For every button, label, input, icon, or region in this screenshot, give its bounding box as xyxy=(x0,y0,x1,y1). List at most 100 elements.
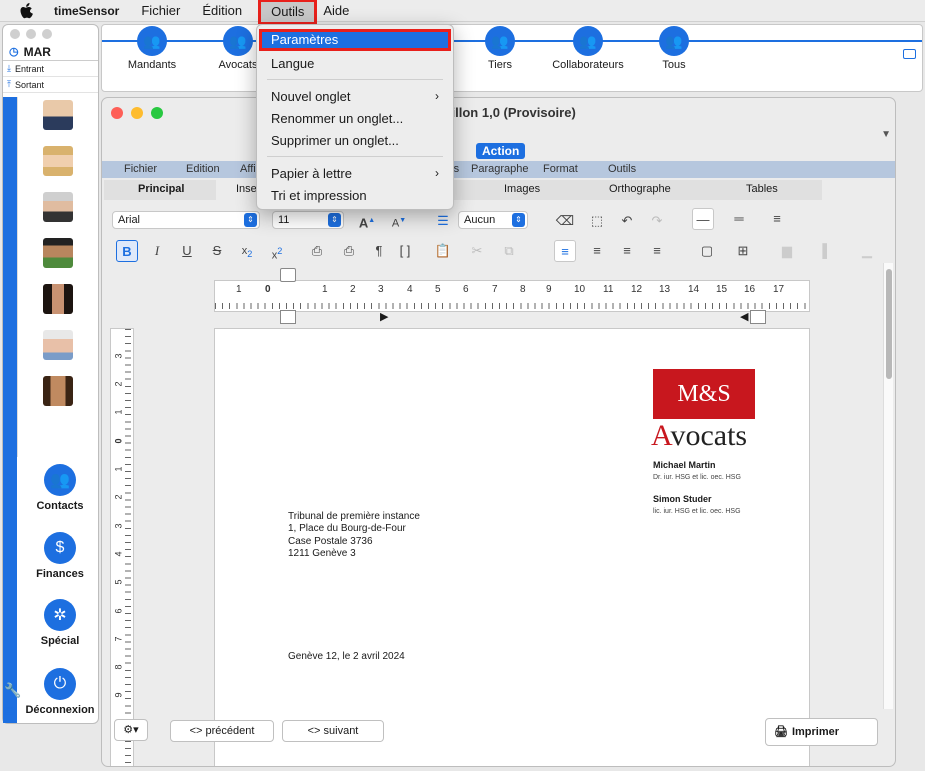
eraser-icon[interactable]: ⌫ xyxy=(554,210,576,232)
nav-special[interactable]: ✲ Spécial xyxy=(20,599,100,647)
printer-icon[interactable]: ⎙ xyxy=(338,240,360,262)
avatar[interactable] xyxy=(43,100,73,130)
avatar[interactable] xyxy=(43,192,73,222)
previous-button[interactable]: <> précédent xyxy=(170,720,274,742)
pilcrow-icon[interactable]: ¶ xyxy=(368,240,390,262)
avatar[interactable] xyxy=(43,284,73,314)
apple-icon[interactable] xyxy=(20,2,34,19)
list-icon[interactable]: ☰ xyxy=(432,210,454,232)
tab-tables[interactable]: Tables xyxy=(746,183,778,195)
action-button[interactable]: Action xyxy=(476,143,526,159)
strikethrough-icon[interactable]: S xyxy=(206,240,228,262)
entrant-row[interactable]: ⤓ Entrant xyxy=(3,61,98,77)
sortant-row[interactable]: ⤒ Sortant xyxy=(3,77,98,93)
tab-orthographe[interactable]: Orthographe xyxy=(609,183,671,195)
toolbar-mandants[interactable]: 👥 Mandants xyxy=(112,26,192,71)
shading-icon[interactable]: ▆ xyxy=(776,240,798,262)
tab-principal[interactable]: Principal xyxy=(138,183,184,195)
brackets-icon[interactable]: [ ] xyxy=(394,240,416,262)
menu-item-renommer-onglet[interactable]: Renommer un onglet... xyxy=(271,111,403,126)
menu-item-nouvel-onglet[interactable]: Nouvel onglet xyxy=(271,89,351,104)
window-icon[interactable] xyxy=(903,49,916,59)
user-row[interactable]: ◷ MAR xyxy=(3,43,98,61)
redo-icon[interactable]: ↷ xyxy=(646,210,668,232)
close-button[interactable] xyxy=(10,29,20,39)
wrench-icon[interactable]: 🔧 xyxy=(4,682,21,699)
avatar[interactable] xyxy=(43,238,73,268)
menu-item-parametres[interactable]: Paramètres xyxy=(259,29,451,51)
border-icon[interactable]: ▢ xyxy=(696,240,718,262)
tab-insertion[interactable]: Inse xyxy=(236,183,257,195)
tab-stop-icon[interactable]: ▶ xyxy=(380,310,388,323)
editor-menu-format[interactable]: Format xyxy=(543,163,578,175)
next-button[interactable]: <> suivant xyxy=(282,720,384,742)
menu-item-papier-lettre[interactable]: Papier à lettre xyxy=(271,166,352,181)
settings-gear-icon[interactable]: ⚙▾ xyxy=(114,719,148,741)
nav-deconnexion[interactable]: ⏻ Déconnexion xyxy=(20,668,100,716)
table-grid-icon[interactable]: ⊞ xyxy=(732,240,754,262)
document-page[interactable]: M&S Avocats Michael Martin Dr. iur. HSG … xyxy=(214,328,810,766)
vertical-ruler[interactable]: 3 2 1 0 1 2 3 4 5 6 7 8 9 xyxy=(110,328,134,766)
mail-icon[interactable]: ✉ xyxy=(4,704,15,720)
font-shrink-icon[interactable]: A▼ xyxy=(388,210,410,232)
copy-icon[interactable]: ⧉ xyxy=(498,240,520,262)
italic-icon[interactable]: I xyxy=(146,240,168,262)
horizontal-ruler[interactable]: 1 0 1 2 3 4 5 6 7 8 9 10 11 12 13 14 15 … xyxy=(214,280,810,312)
spacing-double-icon[interactable]: ═ xyxy=(728,208,750,230)
font-select[interactable]: Arial ⇕ xyxy=(112,211,260,229)
minimize-button[interactable] xyxy=(26,29,36,39)
editor-menu-paragraphe[interactable]: Paragraphe xyxy=(471,163,529,175)
list-style-select[interactable]: Aucun ⇕ xyxy=(458,211,528,229)
left-indent-marker[interactable] xyxy=(280,310,296,324)
spacing-wide-icon[interactable]: ≡ xyxy=(766,208,788,230)
toolbar-collaborateurs[interactable]: 👥 Collaborateurs xyxy=(548,26,628,71)
align-center-icon[interactable]: ≡ xyxy=(586,240,608,262)
nav-finances[interactable]: $ Finances xyxy=(20,532,100,580)
undo-icon[interactable]: ↶ xyxy=(616,210,638,232)
line-style-icon[interactable]: ▁ xyxy=(856,240,878,262)
right-indent-marker[interactable] xyxy=(750,310,766,324)
editor-menu-affichage[interactable]: Affi xyxy=(240,163,256,175)
column-icon[interactable]: ▌ xyxy=(816,240,838,262)
menu-outils[interactable]: Outils xyxy=(258,0,318,25)
justify-icon[interactable]: ≡ xyxy=(646,240,668,262)
menu-item-supprimer-onglet[interactable]: Supprimer un onglet... xyxy=(271,133,399,148)
first-line-indent-marker[interactable] xyxy=(280,268,296,282)
paste-icon[interactable]: 📋 xyxy=(432,240,454,262)
size-select[interactable]: 11 ⇕ xyxy=(272,211,344,229)
zoom-button[interactable] xyxy=(42,29,52,39)
spacing-single-icon[interactable]: — xyxy=(692,208,714,230)
print-button[interactable]: 🖨 Imprimer xyxy=(765,718,878,746)
menu-item-tri-impression[interactable]: Tri et impression xyxy=(271,188,367,203)
font-grow-icon[interactable]: A▲ xyxy=(356,210,378,232)
align-left-icon[interactable]: ≡ xyxy=(554,240,576,262)
bold-icon[interactable]: B xyxy=(116,240,138,262)
scroll-thumb[interactable] xyxy=(886,269,892,379)
selection-icon[interactable]: ⬚ xyxy=(586,210,608,232)
menu-item-langue[interactable]: Langue xyxy=(271,56,314,71)
print-preview-icon[interactable]: ⎙ xyxy=(306,240,328,262)
menu-aide[interactable]: Aide xyxy=(323,3,349,18)
vertical-scrollbar[interactable] xyxy=(883,263,893,709)
menu-edition[interactable]: Édition xyxy=(202,3,242,18)
nav-contacts[interactable]: 👥 Contacts xyxy=(20,464,100,512)
subscript-icon[interactable]: x2 xyxy=(236,240,258,262)
avatar[interactable] xyxy=(43,376,73,406)
editor-menu-edition[interactable]: Edition xyxy=(186,163,220,175)
underline-icon[interactable]: U xyxy=(176,240,198,262)
avatar[interactable] xyxy=(43,330,73,360)
ruler-label: 3 xyxy=(378,284,384,295)
editor-menu-fichier[interactable]: Fichier xyxy=(124,163,157,175)
app-name-menu[interactable]: timeSensor xyxy=(54,4,119,18)
align-right-icon[interactable]: ≡ xyxy=(616,240,638,262)
toolbar-tiers[interactable]: 👥 Tiers xyxy=(460,26,540,71)
superscript-icon[interactable]: x2 xyxy=(266,240,288,262)
toolbar-tous[interactable]: 👥 Tous xyxy=(634,26,714,71)
avatar[interactable] xyxy=(43,146,73,176)
tab-images[interactable]: Images xyxy=(504,183,540,195)
cut-icon[interactable]: ✂ xyxy=(466,240,488,262)
tab-stop-icon[interactable]: ◀ xyxy=(740,310,748,323)
menu-fichier[interactable]: Fichier xyxy=(141,3,180,18)
collapse-triangle-icon[interactable]: ▼ xyxy=(881,129,891,140)
editor-menu-outils[interactable]: Outils xyxy=(608,163,636,175)
